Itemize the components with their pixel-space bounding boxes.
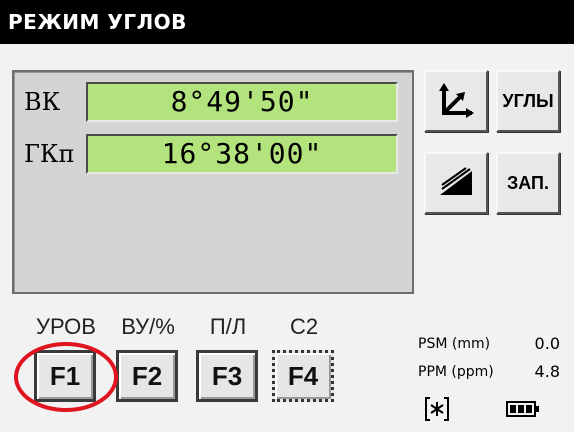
f1-function-label: УРОВ <box>36 314 96 339</box>
psm-label: PSM (mm) <box>418 336 491 352</box>
psm-value: 0.0 <box>534 334 560 353</box>
axes-icon <box>439 83 474 118</box>
f3-button[interactable]: F3 <box>196 350 258 402</box>
prism-icon <box>440 167 472 195</box>
coordinates-button[interactable] <box>424 70 488 132</box>
f4-function-label: С2 <box>289 314 319 339</box>
record-button-label: ЗАП. <box>507 172 549 193</box>
f3-function-label: П/Л <box>209 314 247 339</box>
record-button[interactable]: ЗАП. <box>496 152 560 214</box>
horizontal-angle-value: 16°38'00" <box>86 134 398 174</box>
laser-icon[interactable] <box>424 396 450 422</box>
angles-button[interactable]: УГЛЫ <box>496 70 560 132</box>
angle-panel: ВК 8°49'50" ГКп 16°38'00" <box>12 70 414 294</box>
ppm-value: 4.8 <box>534 362 560 381</box>
target-button[interactable] <box>424 152 488 214</box>
angles-button-label: УГЛЫ <box>502 90 554 111</box>
vertical-angle-label: ВК <box>24 88 61 116</box>
ppm-label: PPM (ppm) <box>418 364 494 380</box>
f2-button[interactable]: F2 <box>116 350 178 402</box>
horizontal-angle-label: ГКп <box>24 140 75 168</box>
f4-button[interactable]: F4 <box>272 350 334 402</box>
f2-function-label: ВУ/% <box>121 314 175 339</box>
main-screen: ВК 8°49'50" ГКп 16°38'00" УГЛЫ ЗАП. УРОВ… <box>0 44 574 432</box>
f1-highlight-circle <box>14 342 118 412</box>
window-title: РЕЖИМ УГЛОВ <box>0 0 574 44</box>
vertical-angle-value: 8°49'50" <box>86 82 398 122</box>
battery-icon <box>506 401 539 417</box>
